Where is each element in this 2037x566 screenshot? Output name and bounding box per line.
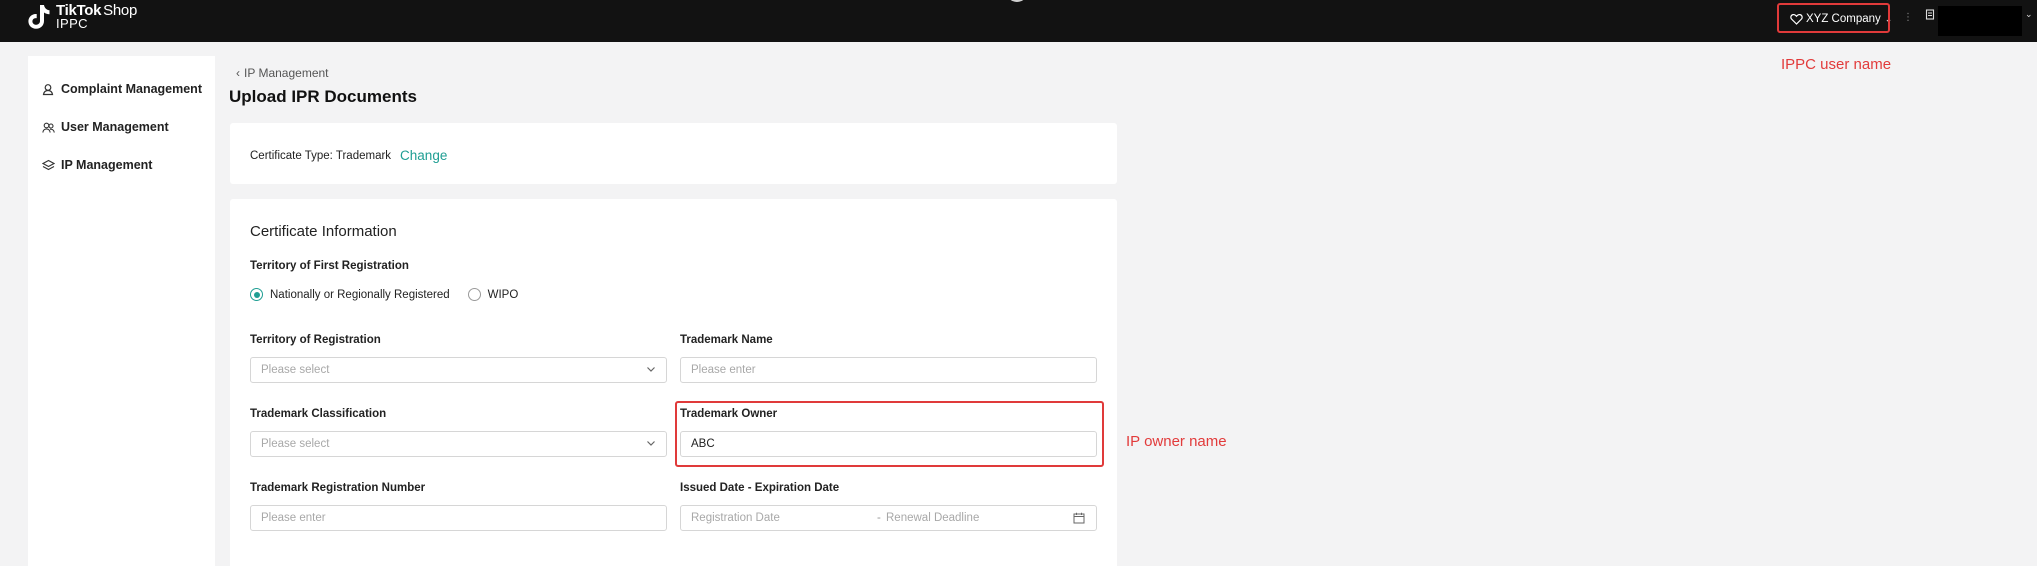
complaint-icon [42,83,54,95]
sidebar-item-complaint-management[interactable]: Complaint Management [42,82,202,96]
certificate-type-row: Certificate Type: Trademark Change [250,148,447,163]
input-placeholder: Please enter [691,364,756,376]
back-link[interactable]: ‹ IP Management [236,66,329,80]
divider-dot: ⋮ [1903,12,1913,23]
chevron-down-icon[interactable]: ⌄ [2025,9,2033,20]
select-placeholder: Please select [261,438,330,450]
trademark-registration-number-input[interactable]: Please enter [250,505,667,531]
radio-option-wipo[interactable]: WIPO [467,288,519,301]
issued-expiration-date-label: Issued Date - Expiration Date [680,482,840,494]
date-range-picker[interactable]: Registration Date - Renewal Deadline [680,505,1097,531]
radio-checked-icon[interactable] [250,288,263,301]
chevron-left-icon: ‹ [236,66,240,80]
chevron-down-icon [647,367,655,372]
sidebar-item-label: Complaint Management [61,82,202,96]
calendar-icon [1073,512,1085,524]
territory-registration-label: Territory of Registration [250,334,381,346]
tiktok-shop-logo[interactable]: TikTok Shop IPPC [26,2,137,32]
trademark-classification-select[interactable]: Please select [250,431,667,457]
change-link[interactable]: Change [400,148,447,163]
radio-option-label: WIPO [487,288,519,301]
chevron-down-icon [647,441,655,446]
territory-first-label: Territory of First Registration [250,260,409,272]
sidebar-item-user-management[interactable]: User Management [42,120,169,134]
sidebar-item-label: IP Management [61,158,153,172]
back-link-label: IP Management [244,66,329,80]
radio-option-national[interactable]: Nationally or Regionally Registered [250,288,450,301]
top-bar: TikTok Shop IPPC XYZ Company ⌄ ⋮ ⌄ [0,0,2037,42]
select-placeholder: Please select [261,364,330,376]
annotation-box-user-name [1777,3,1890,33]
input-placeholder: Please enter [261,512,326,524]
layers-icon [42,159,55,170]
trademark-name-input[interactable]: Please enter [680,357,1097,383]
certificate-type-label: Certificate Type: Trademark [250,149,392,162]
document-icon[interactable] [1925,9,1936,20]
territory-first-radio-group: Nationally or Regionally Registered WIPO [250,288,536,301]
users-icon [42,122,55,133]
tiktok-logo-icon [28,5,50,29]
trademark-registration-number-label: Trademark Registration Number [250,482,426,494]
trademark-name-label: Trademark Name [680,334,773,346]
radio-unchecked-icon[interactable] [467,288,481,301]
loading-arc-icon [1006,0,1028,2]
radio-option-label: Nationally or Regionally Registered [270,288,450,301]
end-date-placeholder[interactable]: Renewal Deadline [886,512,979,524]
section-title: Certificate Information [250,223,397,240]
annotation-box-owner-name [675,401,1104,467]
territory-registration-select[interactable]: Please select [250,357,667,383]
start-date-placeholder[interactable]: Registration Date [691,512,780,524]
redacted-account-area[interactable] [1938,6,2022,36]
trademark-classification-label: Trademark Classification [250,408,387,420]
sidebar-item-ip-management[interactable]: IP Management [42,158,152,172]
page-title: Upload IPR Documents [229,87,417,106]
annotation-owner-name: IP owner name [1126,433,1227,450]
sidebar-item-label: User Management [61,120,169,134]
sidebar: Complaint Management User Management IP … [28,56,215,566]
annotation-user-name: IPPC user name [1781,56,1892,73]
logo-shop: Shop [103,2,137,19]
date-separator: - [877,512,881,524]
